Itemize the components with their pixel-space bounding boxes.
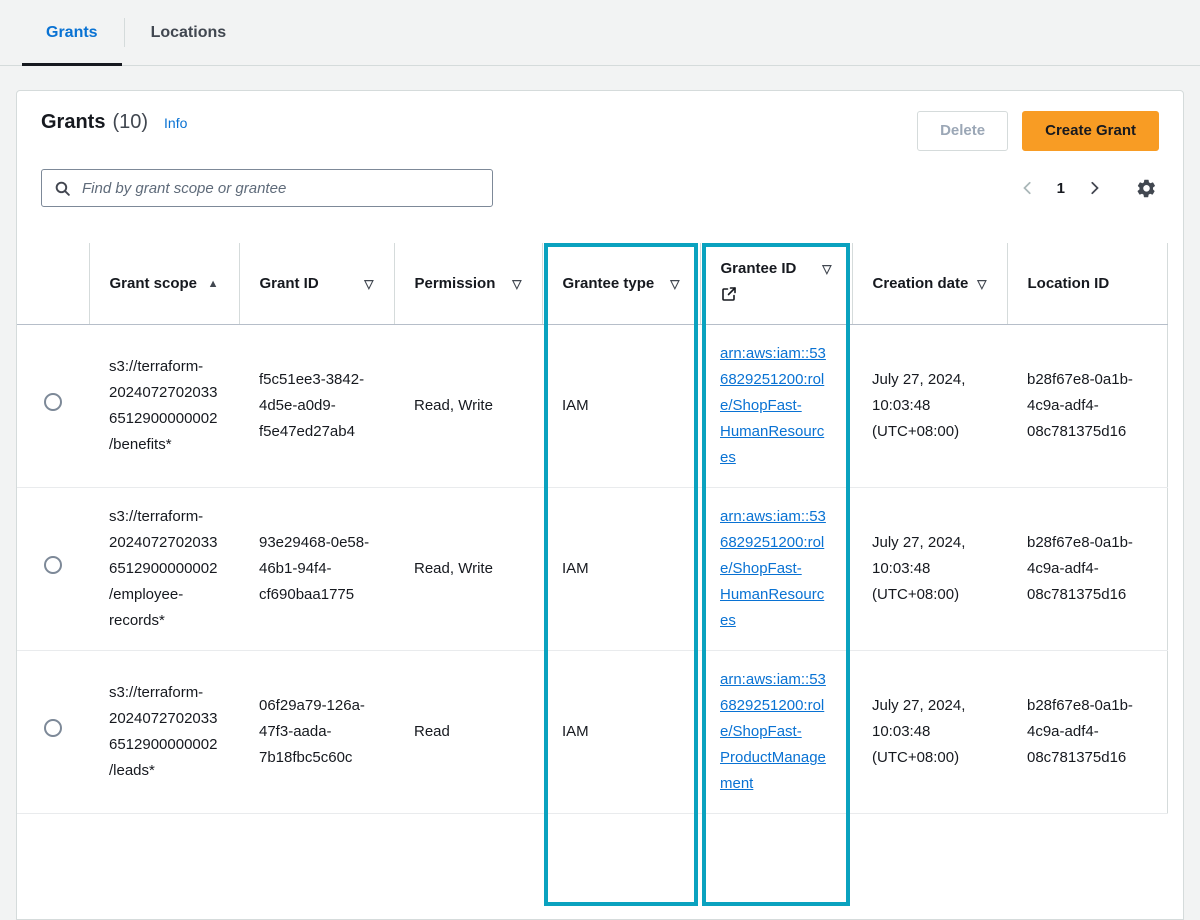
previous-page-button[interactable] — [1015, 175, 1041, 201]
cell-grant-id: f5c51ee3-3842-4d5e-a0d9-f5e47ed27ab4 — [239, 325, 394, 488]
cell-grantee-type: IAM — [542, 488, 700, 651]
cell-grant-id: 93e29468-0e58-46b1-94f4-cf690baa1775 — [239, 488, 394, 651]
creation-date-text: July 27, 2024, 10:03:48 (UTC+08:00) — [872, 693, 970, 771]
cell-grant-scope: s3://terraform-2024072702033651290000000… — [89, 325, 239, 488]
sortable-icon: ▽ — [977, 274, 986, 294]
chevron-left-icon — [1021, 181, 1035, 195]
row-radio[interactable] — [44, 556, 62, 574]
search-icon — [54, 180, 71, 197]
cell-grantee-type: IAM — [542, 651, 700, 814]
column-label-grantee-type: Grantee type — [563, 274, 665, 294]
table-row: s3://terraform-2024072702033651290000000… — [17, 488, 1167, 651]
column-header-creation-date[interactable]: Creation date ▽ — [852, 243, 1007, 325]
cell-grantee-type: IAM — [542, 325, 700, 488]
search-box — [41, 169, 493, 207]
grantee-id-link[interactable]: arn:aws:iam::536829251200:role/ShopFast-… — [720, 508, 826, 629]
cell-grant-id: 06f29a79-126a-47f3-aada-7b18fbc5c60c — [239, 651, 394, 814]
column-header-grantee-id[interactable]: Grantee ID ▽ — [700, 243, 852, 325]
sortable-icon: ▽ — [512, 274, 521, 294]
select-column-header — [17, 243, 89, 325]
column-label-grant-scope: Grant scope — [110, 274, 202, 294]
sortable-icon: ▽ — [364, 274, 373, 294]
cell-location-id: b28f67e8-0a1b-4c9a-adf4-08c781375d16 — [1007, 325, 1167, 488]
tab-grants[interactable]: Grants — [20, 0, 124, 65]
column-header-grant-id[interactable]: Grant ID ▽ — [239, 243, 394, 325]
column-label-permission: Permission — [415, 274, 507, 294]
table-header-row: Grant scope ▲ Grant ID ▽ Permission ▽ — [17, 243, 1167, 325]
actions: Delete Create Grant — [917, 111, 1159, 151]
column-header-grant-scope[interactable]: Grant scope ▲ — [89, 243, 239, 325]
page-title: Grants — [41, 111, 105, 134]
cell-select — [17, 651, 89, 814]
cell-select — [17, 325, 89, 488]
cell-grantee-id: arn:aws:iam::536829251200:role/ShopFast-… — [700, 651, 852, 814]
search-input[interactable] — [80, 179, 480, 198]
settings-button[interactable] — [1133, 175, 1159, 201]
cell-grant-scope: s3://terraform-2024072702033651290000000… — [89, 651, 239, 814]
cell-location-id: b28f67e8-0a1b-4c9a-adf4-08c781375d16 — [1007, 488, 1167, 651]
cell-location-id: b28f67e8-0a1b-4c9a-adf4-08c781375d16 — [1007, 651, 1167, 814]
next-page-button[interactable] — [1081, 175, 1107, 201]
tab-locations[interactable]: Locations — [125, 0, 253, 65]
cell-creation-date: July 27, 2024, 10:03:48 (UTC+08:00) — [852, 325, 1007, 488]
sortable-icon: ▽ — [670, 274, 679, 294]
grants-count: (10) — [112, 111, 148, 134]
delete-button[interactable]: Delete — [917, 111, 1008, 151]
cell-grantee-id: arn:aws:iam::536829251200:role/ShopFast-… — [700, 488, 852, 651]
sortable-icon: ▽ — [822, 259, 831, 279]
row-radio[interactable] — [44, 719, 62, 737]
external-link-icon — [721, 286, 832, 308]
column-header-location-id[interactable]: Location ID — [1007, 243, 1167, 325]
toolbar-right: 1 — [1015, 175, 1159, 201]
column-label-creation-date: Creation date — [873, 274, 972, 294]
cell-grant-scope: s3://terraform-2024072702033651290000000… — [89, 488, 239, 651]
column-label-grant-id: Grant ID — [260, 274, 359, 294]
table-row: s3://terraform-2024072702033651290000000… — [17, 651, 1167, 814]
tab-locations-label: Locations — [151, 24, 227, 42]
cell-grantee-id: arn:aws:iam::536829251200:role/ShopFast-… — [700, 325, 852, 488]
row-radio[interactable] — [44, 393, 62, 411]
column-header-grantee-type[interactable]: Grantee type ▽ — [542, 243, 700, 325]
cell-permission: Read — [394, 651, 542, 814]
sort-ascending-icon: ▲ — [208, 274, 219, 294]
tab-grants-label: Grants — [46, 24, 98, 42]
column-label-location-id: Location ID — [1028, 274, 1147, 294]
cell-permission: Read, Write — [394, 488, 542, 651]
grantee-id-link[interactable]: arn:aws:iam::536829251200:role/ShopFast-… — [720, 345, 826, 466]
tab-bar: Grants Locations — [0, 0, 1200, 66]
table-row: s3://terraform-2024072702033651290000000… — [17, 325, 1167, 488]
column-header-permission[interactable]: Permission ▽ — [394, 243, 542, 325]
info-link[interactable]: Info — [164, 115, 187, 131]
cell-permission: Read, Write — [394, 325, 542, 488]
grantee-id-link[interactable]: arn:aws:iam::536829251200:role/ShopFast-… — [720, 671, 826, 792]
column-label-grantee-id: Grantee ID — [721, 259, 817, 279]
gear-icon — [1136, 178, 1157, 199]
pagination: 1 — [1015, 175, 1107, 201]
title-group: Grants (10) Info — [41, 111, 187, 134]
cell-select — [17, 488, 89, 651]
creation-date-text: July 27, 2024, 10:03:48 (UTC+08:00) — [872, 530, 970, 608]
current-page[interactable]: 1 — [1057, 180, 1065, 197]
cell-creation-date: July 27, 2024, 10:03:48 (UTC+08:00) — [852, 488, 1007, 651]
cell-creation-date: July 27, 2024, 10:03:48 (UTC+08:00) — [852, 651, 1007, 814]
creation-date-text: July 27, 2024, 10:03:48 (UTC+08:00) — [872, 367, 970, 445]
panel-header: Grants (10) Info Delete Create Grant — [17, 91, 1183, 151]
create-grant-button[interactable]: Create Grant — [1022, 111, 1159, 151]
chevron-right-icon — [1087, 181, 1101, 195]
toolbar: 1 — [17, 151, 1183, 229]
grants-panel: Grants (10) Info Delete Create Grant — [16, 90, 1184, 920]
grants-table: Grant scope ▲ Grant ID ▽ Permission ▽ — [17, 243, 1168, 814]
